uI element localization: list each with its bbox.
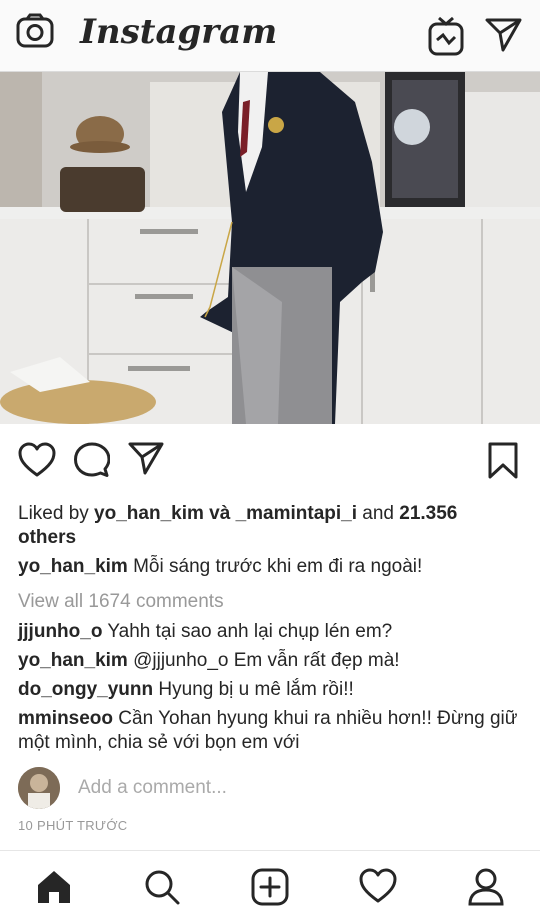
igtv-icon[interactable] <box>428 16 464 61</box>
comment-text: Yahh tại sao anh lại chụp lén em? <box>102 621 393 642</box>
add-comment-input[interactable]: Add a comment... <box>78 777 227 799</box>
comment-username[interactable]: yo_han_kim <box>18 650 128 671</box>
caption-text: Mỗi sáng trước khi em đi ra ngoài! <box>127 556 423 577</box>
likes-suffix[interactable]: others <box>18 527 76 548</box>
likes-summary[interactable]: Liked by yo_han_kim và _mamintapi_i and … <box>18 502 518 550</box>
post-timestamp: 10 PHÚT TRƯỚC <box>18 818 128 833</box>
comment-username[interactable]: mminseoo <box>18 708 113 729</box>
likes-users[interactable]: yo_han_kim và _mamintapi_i <box>94 503 357 524</box>
home-icon[interactable] <box>35 868 73 911</box>
avatar[interactable] <box>18 767 60 809</box>
likes-prefix: Liked by <box>18 503 95 524</box>
comment-item: jjjunho_o Yahh tại sao anh lại chụp lén … <box>18 620 523 644</box>
like-heart-icon[interactable] <box>18 442 56 483</box>
comment-text: @jjjunho_o Em vẫn rất đẹp mà! <box>127 650 400 671</box>
bottom-tab-bar <box>0 850 540 922</box>
post-actions <box>0 436 540 486</box>
profile-icon[interactable] <box>468 868 504 911</box>
likes-middle: and <box>357 503 400 524</box>
app-logo: Instagram <box>80 12 278 52</box>
bookmark-icon[interactable] <box>488 442 518 485</box>
likes-count[interactable]: 21.356 <box>399 503 457 524</box>
comment-item: do_ongy_yunn Hyung bị u mê lắm rồi!! <box>18 678 523 702</box>
post-photo[interactable] <box>0 72 540 424</box>
comment-text: Hyung bị u mê lắm rồi!! <box>153 679 354 700</box>
top-bar: Instagram <box>0 0 540 72</box>
caption-username[interactable]: yo_han_kim <box>18 556 128 577</box>
activity-heart-icon[interactable] <box>359 868 397 909</box>
camera-icon[interactable] <box>16 13 54 54</box>
search-icon[interactable] <box>143 868 181 911</box>
comment-username[interactable]: do_ongy_yunn <box>18 679 153 700</box>
post-caption: yo_han_kim Mỗi sáng trước khi em đi ra n… <box>18 555 523 579</box>
comment-icon[interactable] <box>74 442 111 483</box>
direct-message-icon[interactable] <box>485 17 523 58</box>
view-all-comments-link[interactable]: View all 1674 comments <box>18 590 224 614</box>
comment-item: mminseoo Cần Yohan hyung khui ra nhiều h… <box>18 707 523 755</box>
comment-username[interactable]: jjjunho_o <box>18 621 102 642</box>
add-post-icon[interactable] <box>251 868 289 911</box>
comment-item: yo_han_kim @jjjunho_o Em vẫn rất đẹp mà! <box>18 649 523 673</box>
share-icon[interactable] <box>128 442 164 481</box>
